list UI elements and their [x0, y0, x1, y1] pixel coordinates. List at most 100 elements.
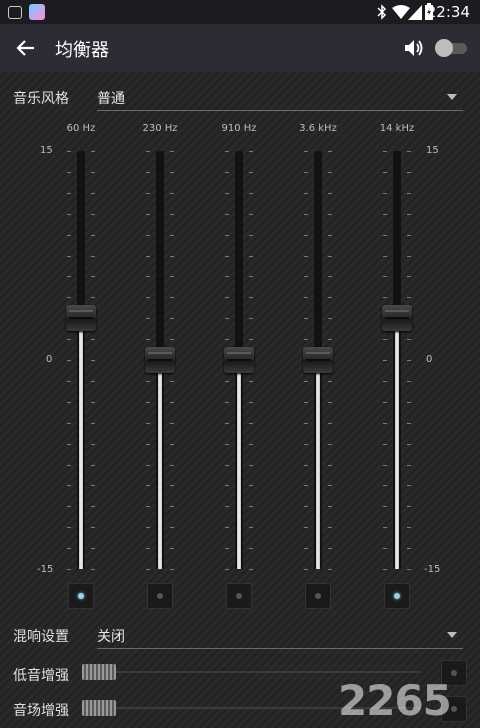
band-tick	[225, 276, 229, 277]
band-tick	[91, 548, 95, 549]
band-slider-fill	[395, 318, 399, 569]
band-tick	[328, 172, 332, 173]
band-tick	[225, 444, 229, 445]
band-slider-handle[interactable]	[224, 347, 254, 373]
band-tick	[170, 276, 174, 277]
band-indicator-button[interactable]	[147, 583, 173, 609]
scale-bottom-left: -15	[37, 564, 54, 575]
band-tick	[225, 423, 229, 424]
equalizer-toggle[interactable]	[435, 39, 467, 57]
band-tick	[91, 465, 95, 466]
band-tick	[383, 444, 387, 445]
band-tick	[383, 172, 387, 173]
preset-dropdown[interactable]: 普通	[97, 88, 463, 111]
band-tick	[407, 151, 411, 152]
band-tick	[407, 235, 411, 236]
status-bar: 22:34	[0, 0, 480, 24]
bass-boost-handle[interactable]	[82, 664, 116, 680]
band-tick	[407, 444, 411, 445]
band-tick	[304, 151, 308, 152]
band-tick	[383, 548, 387, 549]
band-tick	[304, 214, 308, 215]
page-title: 均衡器	[55, 40, 109, 61]
band-slider-handle[interactable]	[382, 305, 412, 331]
band-tick	[304, 548, 308, 549]
band-tick	[170, 465, 174, 466]
band-tick	[91, 360, 95, 361]
virtualizer-handle[interactable]	[82, 700, 116, 716]
band-indicator-button[interactable]	[68, 583, 94, 609]
band-tick	[67, 402, 71, 403]
band-tick	[328, 256, 332, 257]
band-tick	[383, 402, 387, 403]
speaker-icon[interactable]	[403, 38, 425, 58]
band-frequency-label: 910 Hz	[221, 123, 257, 134]
band-slider-handle[interactable]	[303, 347, 333, 373]
band-tick	[249, 276, 253, 277]
indicator-dot-icon	[78, 593, 84, 599]
band-tick	[304, 297, 308, 298]
band-tick	[225, 506, 229, 507]
band-tick	[146, 402, 150, 403]
band-tick	[225, 485, 229, 486]
band-tick	[170, 402, 174, 403]
band-tick	[304, 193, 308, 194]
band-tick	[249, 444, 253, 445]
band-indicator-button[interactable]	[384, 583, 410, 609]
band-tick	[304, 339, 308, 340]
band-tick	[249, 381, 253, 382]
band-tick	[383, 527, 387, 528]
band-tick	[146, 444, 150, 445]
band-tick	[67, 256, 71, 257]
band-tick	[407, 569, 411, 570]
band-tick	[304, 444, 308, 445]
band-tick	[249, 506, 253, 507]
band-tick	[170, 548, 174, 549]
band-indicator-button[interactable]	[305, 583, 331, 609]
band-slider-handle[interactable]	[145, 347, 175, 373]
band-tick	[328, 506, 332, 507]
band-tick	[304, 276, 308, 277]
band-tick	[91, 506, 95, 507]
band-tick	[146, 465, 150, 466]
bass-boost-track[interactable]	[90, 671, 420, 673]
band-tick	[146, 297, 150, 298]
indicator-dot-icon	[157, 593, 163, 599]
band-tick	[249, 318, 253, 319]
preset-value: 普通	[97, 91, 125, 107]
band-tick	[304, 506, 308, 507]
band-frequency-label: 3.6 kHz	[299, 123, 337, 134]
band-tick	[146, 276, 150, 277]
band-tick	[91, 485, 95, 486]
band-tick	[407, 423, 411, 424]
band-tick	[407, 193, 411, 194]
band-tick	[383, 214, 387, 215]
band-tick	[249, 402, 253, 403]
band-tick	[67, 423, 71, 424]
band-tick	[304, 485, 308, 486]
band-tick	[304, 569, 308, 570]
band-tick	[249, 527, 253, 528]
band-indicator-button[interactable]	[226, 583, 252, 609]
band-tick	[67, 172, 71, 173]
band-tick	[146, 151, 150, 152]
arrow-left-icon[interactable]	[14, 36, 38, 60]
band-tick	[146, 527, 150, 528]
band-slider-fill	[79, 318, 83, 569]
app-icon	[29, 4, 45, 20]
band-tick	[146, 235, 150, 236]
band-tick	[67, 193, 71, 194]
band-tick	[170, 527, 174, 528]
scale-mid-right: 0	[426, 354, 433, 365]
band-tick	[304, 465, 308, 466]
band-tick	[328, 193, 332, 194]
band-tick	[383, 193, 387, 194]
band-tick	[249, 423, 253, 424]
app-bar: 均衡器	[0, 24, 480, 72]
reverb-dropdown[interactable]: 关闭	[97, 626, 463, 649]
band-tick	[304, 256, 308, 257]
band-slider-handle[interactable]	[66, 305, 96, 331]
band-tick	[225, 569, 229, 570]
band-tick	[249, 193, 253, 194]
dropdown-arrow-icon	[447, 632, 457, 638]
